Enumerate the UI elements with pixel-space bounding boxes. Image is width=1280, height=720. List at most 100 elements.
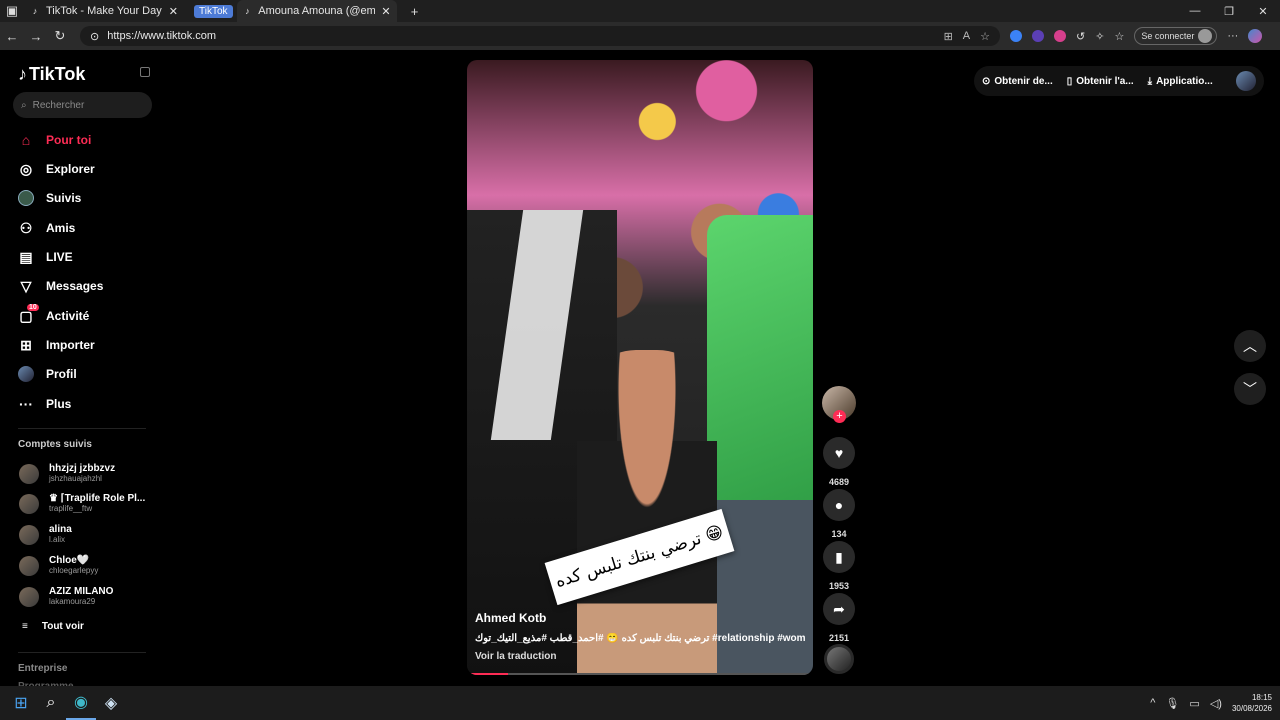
followed-account[interactable]: Chloe🤍 chloegarlepyy (19, 555, 98, 576)
windows-start-icon[interactable]: ⊞ (6, 686, 36, 720)
user-avatar[interactable] (1236, 71, 1256, 91)
divider (18, 428, 146, 429)
tab-actions-icon[interactable]: ▣ (0, 3, 24, 19)
home-icon: ⌂ (21, 132, 31, 148)
followed-account[interactable]: AZIZ MILANO lakamoura29 (19, 586, 113, 607)
microphone-icon[interactable]: 🎙 (1165, 697, 1179, 710)
search-input[interactable]: ⌕ Rechercher (13, 92, 152, 118)
followed-account[interactable]: ♛ ⌈Traplife Role Pl... traplife__ftw (19, 493, 145, 514)
like-action[interactable]: ♥ 4689 (822, 437, 856, 487)
heart-icon[interactable]: ♥ (823, 437, 855, 469)
forward-icon[interactable]: → (24, 29, 48, 44)
edge-browser-icon[interactable]: ◉ (66, 686, 96, 720)
tiktok-favicon-icon: ♪ (32, 6, 38, 16)
nav-activite[interactable]: ▢ 10 Activité (18, 304, 89, 324)
nav-importer[interactable]: ⊞ Importer (18, 337, 95, 353)
refresh-icon[interactable]: ↻ (48, 28, 72, 44)
get-app-button[interactable]: ▯ Obtenir l'a... (1067, 76, 1134, 87)
follow-plus-icon[interactable]: + (833, 410, 846, 423)
comment-action[interactable]: ● 134 (822, 489, 856, 539)
search-icon[interactable]: ⌕ (36, 686, 66, 720)
nav-label: Importer (46, 338, 95, 352)
see-all-label: Tout voir (41, 621, 84, 632)
volume-icon[interactable]: ◁) (1210, 697, 1222, 710)
tab-title: Amouna Amouna (@emna75297… (258, 5, 376, 17)
previous-video-button[interactable]: ︿ (1234, 330, 1266, 362)
tab-tiktok-home[interactable]: ♪ TikTok - Make Your Day ✕ (24, 0, 184, 22)
new-tab-icon[interactable]: + (403, 4, 427, 19)
site-info-icon[interactable]: ⊙ (90, 30, 99, 43)
account-handle: jshzhauajahzhl (49, 474, 102, 483)
nav-suivis[interactable]: Suivis (18, 190, 81, 206)
nav-plus[interactable]: ··· Plus (18, 396, 71, 412)
next-video-button[interactable]: ﹀ (1234, 373, 1266, 405)
avatar (19, 463, 39, 484)
get-app-label: Obtenir l'a... (1076, 75, 1134, 87)
tab-tiktok-profile[interactable]: ♪ Amouna Amouna (@emna75297… ✕ (236, 0, 397, 22)
copilot-icon[interactable] (1248, 29, 1263, 43)
music-disc-icon[interactable] (824, 644, 854, 674)
browser-tab-bar: ▣ ♪ TikTok - Make Your Day ✕ TikTok ♪ Am… (0, 0, 1280, 22)
collapse-sidebar-icon[interactable] (140, 67, 150, 77)
maximize-icon[interactable]: ❐ (1212, 5, 1246, 18)
footer-link-entreprise[interactable]: Entreprise (18, 663, 67, 674)
desktop-app-button[interactable]: ⤓ Applicatio... (1148, 76, 1213, 87)
video-progress-bar[interactable] (471, 673, 809, 675)
address-bar-row: ← → ↻ ⊙ https://www.tiktok.com ⊞ A ☆ ↺ ✧… (0, 22, 1280, 50)
nav-profil[interactable]: Profil (18, 366, 77, 382)
share-icon[interactable]: ➦ (823, 593, 855, 625)
share-count: 2151 (828, 633, 850, 643)
chevron-up-icon[interactable]: ^ (1150, 697, 1155, 709)
favorites-icon[interactable]: ☆ (1114, 30, 1124, 43)
followed-account[interactable]: hhzjzj jzbbzvz jshzhauajahzhl (19, 463, 115, 484)
bookmark-icon[interactable]: ▮ (823, 541, 855, 573)
sync-icon[interactable]: ↺ (1076, 30, 1085, 43)
video-player[interactable]: ترضي بنتك تلبس كده 😁 Ahmed Kotb ترضي بنت… (467, 60, 813, 675)
upload-icon: ⊞ (20, 336, 32, 353)
close-tab-icon[interactable]: ✕ (381, 5, 390, 18)
back-icon[interactable]: ← (0, 29, 24, 44)
nav-pour-toi[interactable]: ⌂ Pour toi (18, 132, 92, 148)
close-tab-icon[interactable]: ✕ (169, 5, 178, 18)
profile-avatar-icon (18, 366, 34, 382)
nav-live[interactable]: ▤ LIVE (18, 249, 72, 265)
followed-account[interactable]: alina l.alix (19, 524, 72, 545)
windows-taskbar: ⊞ ⌕ ◉ ◈ ^ 🎙 ▭ ◁) 18:15 30/08/2026 (0, 686, 1280, 720)
network-icon[interactable]: ▭ (1189, 697, 1199, 710)
share-action[interactable]: ➦ 2151 (822, 593, 856, 643)
top-right-actions: ⊙ Obtenir de... ▯ Obtenir l'a... ⤓ Applicat… (974, 66, 1264, 96)
url-text: https://www.tiktok.com (107, 30, 217, 42)
sign-in-button[interactable]: Se connecter (1134, 27, 1218, 45)
tiktok-logo[interactable]: ♪ TikTok (18, 64, 85, 85)
nav-messages[interactable]: ▽ Messages (18, 278, 104, 294)
comment-icon[interactable]: ● (823, 489, 855, 521)
save-count: 1953 (828, 581, 850, 591)
followed-accounts-title: Comptes suivis (18, 439, 92, 450)
tab-title: TikTok - Make Your Day (46, 5, 162, 17)
extensions-puzzle-icon[interactable]: ✧ (1095, 30, 1104, 43)
extension-icon[interactable] (1054, 30, 1066, 42)
split-screen-icon[interactable]: ⊞ (944, 30, 953, 43)
menu-dots-icon[interactable]: ··· (1227, 30, 1238, 42)
extension-icon[interactable] (1010, 30, 1022, 42)
avatar (19, 586, 39, 607)
video-author[interactable]: Ahmed Kotb (475, 611, 546, 625)
avatar (19, 493, 39, 514)
minimize-icon[interactable]: — (1178, 5, 1212, 18)
see-translation-link[interactable]: Voir la traduction (475, 651, 557, 662)
close-window-icon[interactable]: ✕ (1246, 5, 1280, 18)
following-avatar-icon (18, 190, 34, 206)
nav-explorer[interactable]: ◎ Explorer (18, 161, 95, 177)
tab-group-label[interactable]: TikTok (194, 4, 233, 18)
favorite-star-icon[interactable]: ☆ (980, 30, 990, 43)
save-action[interactable]: ▮ 1953 (822, 541, 856, 591)
read-aloud-icon[interactable]: A (963, 30, 970, 43)
get-coins-button[interactable]: ⊙ Obtenir de... (982, 76, 1053, 87)
account-name: AZIZ MILANO (49, 586, 114, 597)
steam-icon[interactable]: ◈ (96, 686, 126, 720)
see-all-link[interactable]: ≡ Tout voir (22, 621, 84, 632)
url-field[interactable]: ⊙ https://www.tiktok.com ⊞ A ☆ (80, 26, 1000, 46)
nav-amis[interactable]: ⚇ Amis (18, 220, 76, 236)
extension-icon[interactable] (1032, 30, 1044, 42)
clock[interactable]: 18:15 30/08/2026 (1232, 692, 1272, 714)
